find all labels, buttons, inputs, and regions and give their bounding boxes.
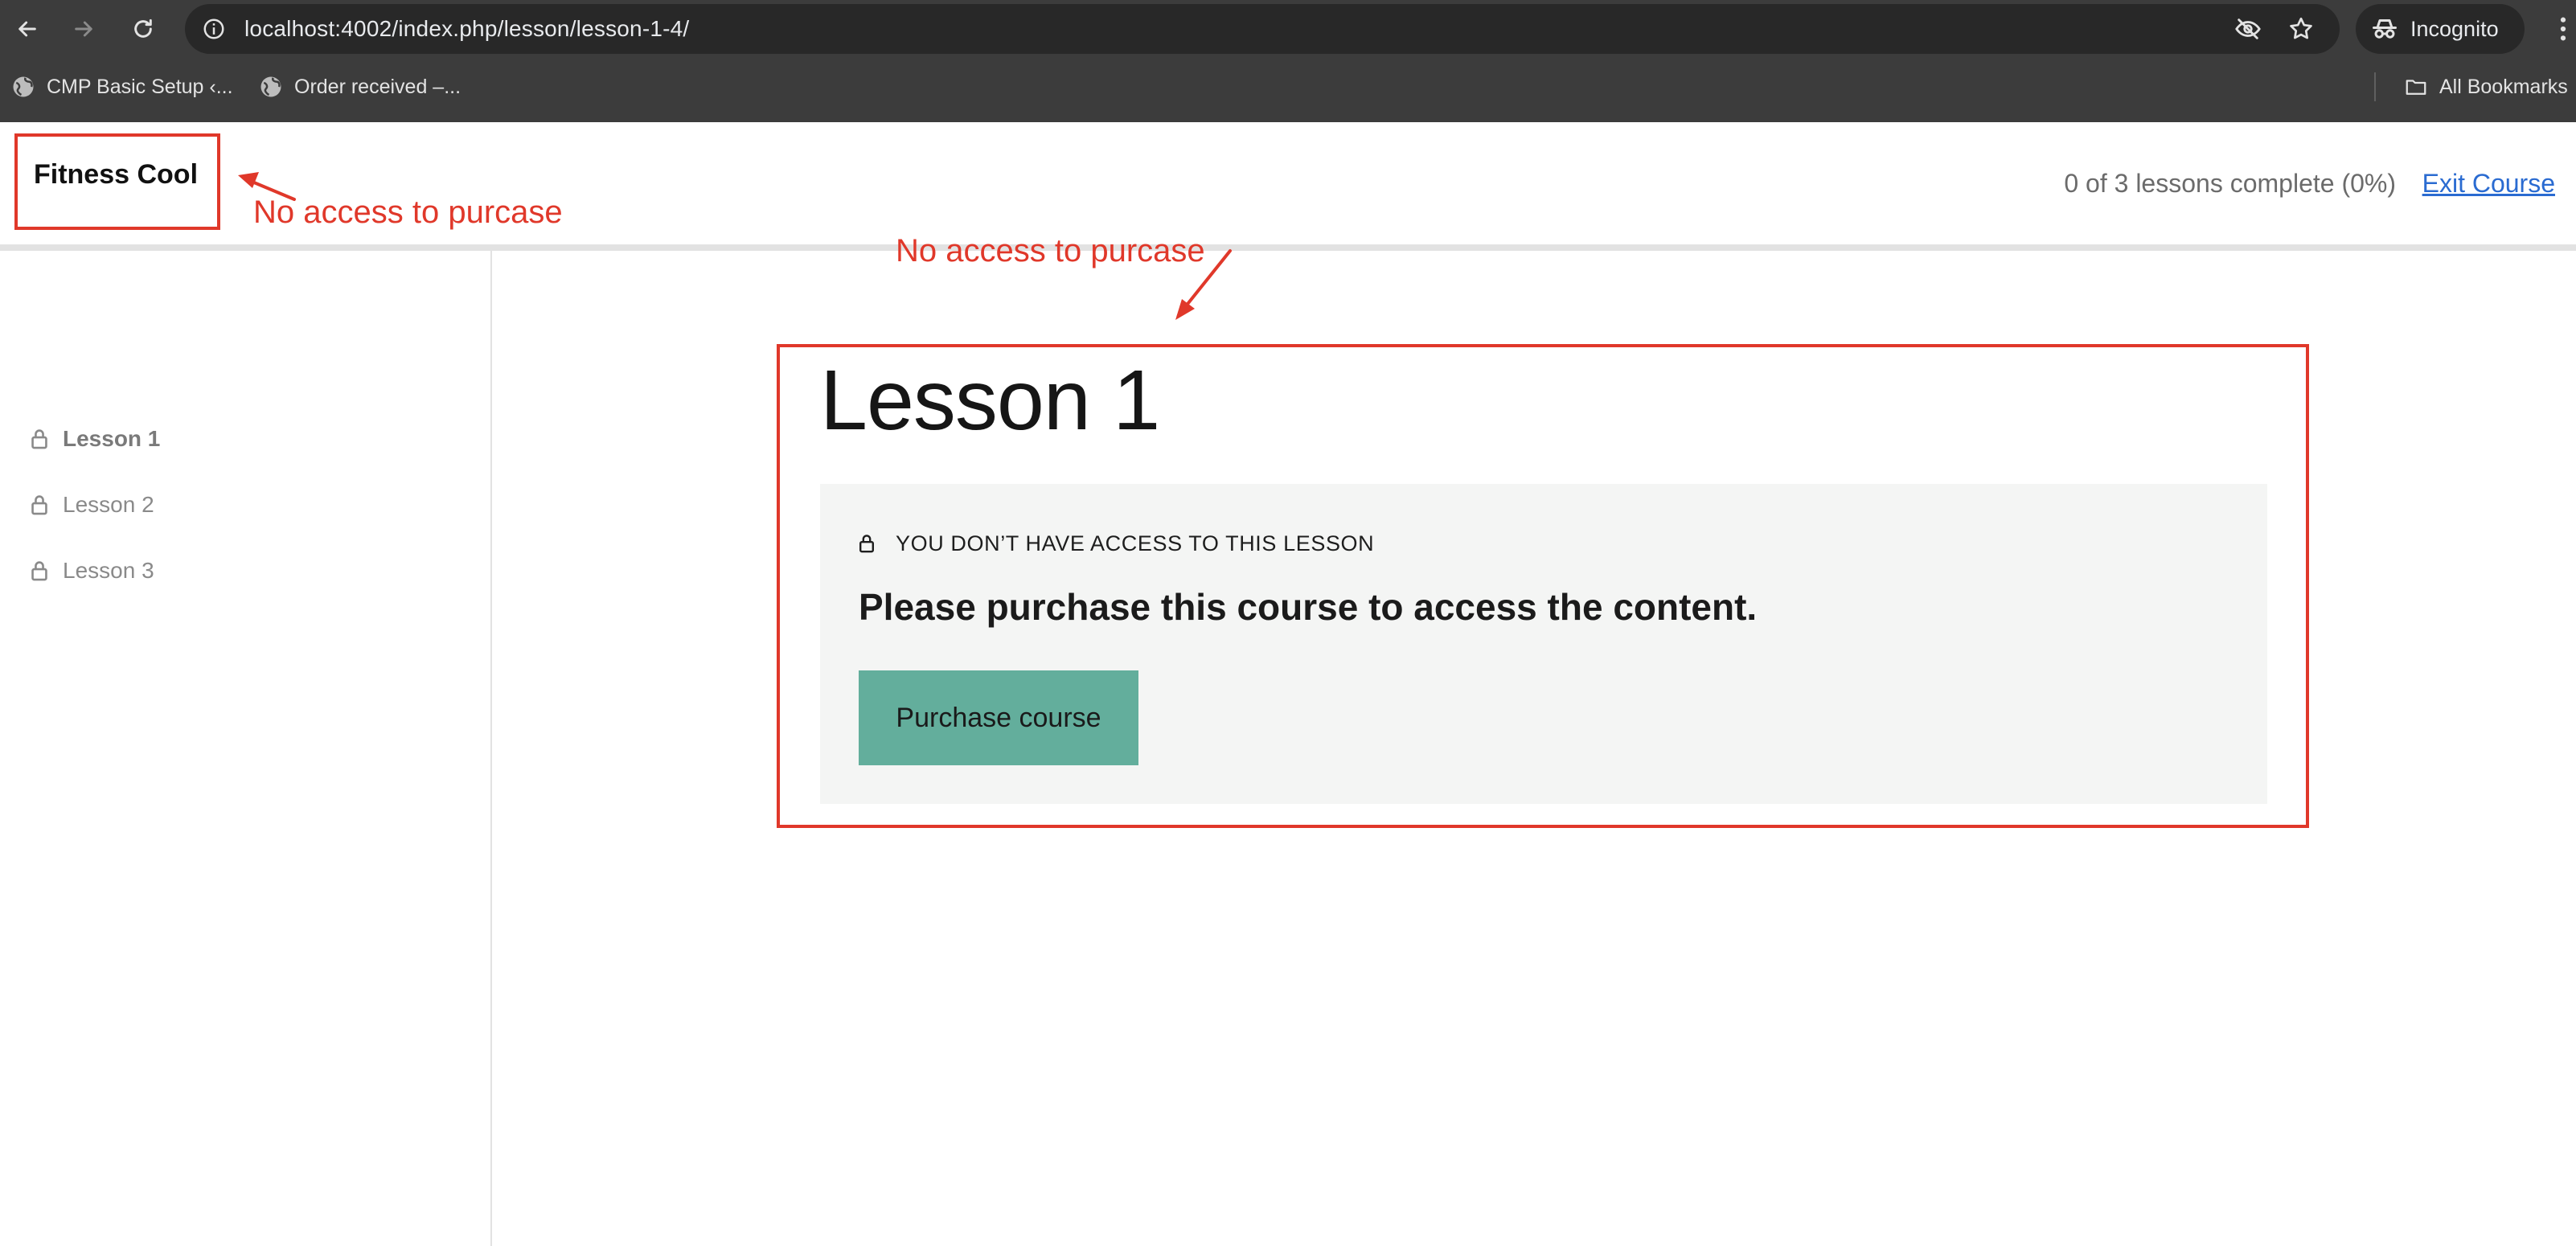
all-bookmarks[interactable]: All Bookmarks xyxy=(2404,69,2568,105)
exit-course-link[interactable]: Exit Course xyxy=(2422,169,2555,199)
lesson-sidebar: Lesson 1 Lesson 2 Lesson 3 xyxy=(0,251,492,1246)
annotation-box-brand xyxy=(14,133,220,230)
globe-icon xyxy=(260,76,281,97)
folder-icon xyxy=(2406,80,2426,95)
url-text[interactable]: localhost:4002/index.php/lesson/lesson-1… xyxy=(244,4,689,54)
lock-icon xyxy=(31,495,47,515)
reload-icon[interactable] xyxy=(125,11,161,47)
lock-icon xyxy=(31,561,47,581)
bookmark-star-icon[interactable] xyxy=(2283,11,2319,47)
site-info-icon[interactable] xyxy=(196,11,232,47)
eye-slash-icon[interactable] xyxy=(2230,11,2266,47)
bookmark-item[interactable]: Order received –... xyxy=(259,69,461,105)
bookmark-label: Order received –... xyxy=(294,75,461,98)
incognito-label: Incognito xyxy=(2410,16,2499,41)
all-bookmarks-label: All Bookmarks xyxy=(2439,75,2568,98)
lock-icon xyxy=(31,429,47,449)
sidebar-item-label: Lesson 1 xyxy=(63,426,161,451)
annotation-box-lesson xyxy=(777,344,2309,828)
annotation-label: No access to purcase xyxy=(896,233,1205,268)
bookmarks-bar: CMP Basic Setup ‹... Order received –...… xyxy=(0,59,2576,122)
sidebar-item-lesson-3[interactable]: Lesson 3 xyxy=(31,553,154,588)
course-progress: 0 of 3 lessons complete (0%) xyxy=(2064,169,2396,198)
sidebar-item-label: Lesson 3 xyxy=(63,558,154,583)
incognito-badge[interactable]: Incognito xyxy=(2356,4,2525,54)
forward-arrow-icon[interactable] xyxy=(66,11,101,47)
sidebar-item-label: Lesson 2 xyxy=(63,492,154,517)
annotation-label: No access to purcase xyxy=(253,195,563,230)
back-arrow-icon[interactable] xyxy=(10,11,45,47)
screen: localhost:4002/index.php/lesson/lesson-1… xyxy=(0,0,2576,1246)
globe-icon xyxy=(13,76,34,97)
sidebar-item-lesson-2[interactable]: Lesson 2 xyxy=(31,487,154,523)
bookmark-label: CMP Basic Setup ‹... xyxy=(47,75,233,98)
more-menu-icon[interactable] xyxy=(2550,11,2576,47)
browser-toolbar: localhost:4002/index.php/lesson/lesson-1… xyxy=(0,0,2576,59)
bookmark-item[interactable]: CMP Basic Setup ‹... xyxy=(11,69,233,105)
address-bar[interactable]: localhost:4002/index.php/lesson/lesson-1… xyxy=(185,4,2340,54)
header-divider xyxy=(0,244,2576,251)
sidebar-item-lesson-1[interactable]: Lesson 1 xyxy=(31,421,160,457)
bookmarks-divider xyxy=(2374,72,2376,101)
incognito-icon xyxy=(2373,19,2397,39)
